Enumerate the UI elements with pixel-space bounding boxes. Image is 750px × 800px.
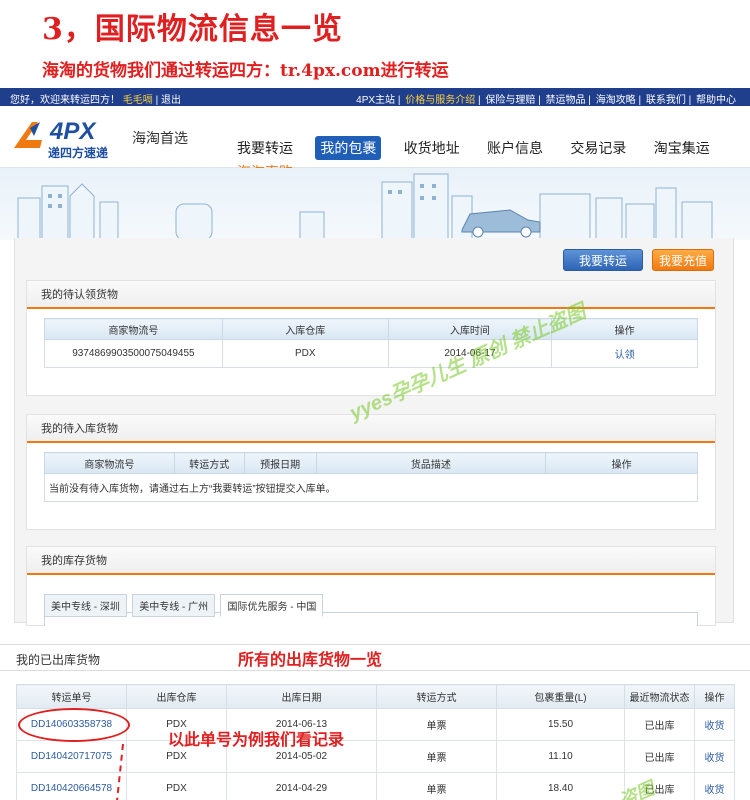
tracking-link[interactable]: DD140420664578 [16,772,127,800]
skyline-banner [0,168,750,240]
receive-link[interactable]: 收货 [694,740,735,773]
table-row: 9374869903500075049455 PDX 2014-06-17 认领 [44,339,698,368]
column-header: 商家物流号 [44,318,223,340]
username-link[interactable]: 毛毛嗝 [123,95,153,106]
tracking-number-cell: 9374869903500075049455 [44,339,223,368]
welcome-area: 您好，欢迎来转运四方！ 毛毛嗝 | 退出 [10,91,181,106]
site-header: 4PX 递四方速递 海淘首选 我要转运 我的包裹 收货地址 账户信息 交易记录 … [0,106,750,180]
column-header: 操作 [694,684,735,709]
status-cell: 已出库 [624,708,695,741]
table-header-row: 商家物流号 转运方式 预报日期 货品描述 操作 [44,452,698,474]
column-header: 转运单号 [16,684,127,709]
column-header: 出库仓库 [126,684,227,709]
nav-transactions[interactable]: 交易记录 [565,136,631,160]
top-link-pricing[interactable]: 价格与服务介绍 [405,95,475,106]
table-row: DD140420717075 PDX 2014-05-02 单票 11.10 已… [16,740,735,773]
column-header: 货品描述 [315,452,547,474]
pending-inbound-table: 商家物流号 转运方式 预报日期 货品描述 操作 当前没有待入库货物，请通过右上方… [44,452,698,502]
page-subheading: 海淘的货物我们通过转运四方：tr.4px.com进行转运 [42,61,449,81]
stock-title: 我的库存货物 [27,547,715,575]
column-header: 商家物流号 [44,452,175,474]
logout-link[interactable]: | 退出 [156,95,181,106]
top-link-insurance[interactable]: 保险与理赔 [485,95,535,106]
4px-logo-icon [14,122,42,148]
nav-taobao[interactable]: 淘宝集运 [649,136,715,160]
date-cell: 2014-04-29 [226,772,377,800]
highlight-circle [18,708,130,742]
weight-cell: 15.50 [496,708,625,741]
top-bar: 您好，欢迎来转运四方！ 毛毛嗝 | 退出 4PX主站 | 价格与服务介绍 | 保… [0,88,750,106]
column-header: 转运方式 [173,452,245,474]
column-header: 入库仓库 [221,318,389,340]
top-link-contact[interactable]: 联系我们 [646,95,686,106]
table-header-row: 商家物流号 入库仓库 入库时间 操作 [44,318,698,340]
logo-brand: 4PX [50,118,96,145]
nav-transfer[interactable]: 我要转运 [232,136,298,160]
tracking-link[interactable]: DD140420717075 [16,740,127,773]
recharge-button[interactable]: 我要充值 [652,249,714,271]
pending-inbound-title: 我的待入库货物 [27,415,715,443]
tab-us-guangzhou[interactable]: 美中专线 - 广州 [132,594,216,617]
header-slogan: 海淘首选 [132,131,188,147]
shipped-title: 我的已出库货物 [16,653,101,667]
weight-cell: 18.40 [496,772,625,800]
empty-note: 当前没有待入库货物，请通过右上方“我要转运”按钮提交入库单。 [44,473,698,502]
pending-claim-title: 我的待认领货物 [27,281,715,309]
tab-intl-priority[interactable]: 国际优先服务 - 中国 [220,594,324,617]
city-skyline-illustration [17,173,713,240]
nav-address[interactable]: 收货地址 [399,136,465,160]
page-heading: 3，国际物流信息一览 [42,12,343,47]
stock-tabs: 美中专线 - 深圳 美中专线 - 广州 国际优先服务 - 中国 [44,594,325,617]
divider [0,670,750,671]
logo-subtitle: 递四方速递 [48,146,109,160]
column-header: 出库日期 [226,684,377,709]
top-link-help[interactable]: 帮助中心 [696,95,736,106]
warehouse-cell: PDX [126,772,227,800]
weight-cell: 11.10 [496,740,625,773]
table-header-row: 转运单号 出库仓库 出库日期 转运方式 包裹重量(L) 最近物流状态 操作 [16,684,735,709]
column-header: 转运方式 [376,684,497,709]
top-links: 4PX主站 | 价格与服务介绍 | 保险与理赔 | 禁运物品 | 海淘攻略 | … [356,95,736,106]
receive-link[interactable]: 收货 [694,772,735,800]
method-cell: 单票 [376,740,497,773]
top-link-prohibited[interactable]: 禁运物品 [546,95,586,106]
nav-account[interactable]: 账户信息 [482,136,548,160]
pending-claim-table: 商家物流号 入库仓库 入库时间 操作 937486990350007504945… [44,318,698,368]
annotation-example: 以此单号为例我们看记录 [168,730,345,749]
column-header: 操作 [545,452,698,474]
status-cell: 已出库 [624,740,695,773]
column-header: 预报日期 [243,452,317,474]
top-link-guide[interactable]: 海淘攻略 [596,95,636,106]
nav-my-packages[interactable]: 我的包裹 [315,136,382,160]
column-header: 包裹重量(L) [496,684,625,709]
method-cell: 单票 [376,772,497,800]
annotation-all-shipped: 所有的出库货物一览 [238,650,383,669]
4px-logo[interactable]: 4PX 递四方速递 [12,118,122,160]
table-row: 当前没有待入库货物，请通过右上方“我要转运”按钮提交入库单。 [44,473,698,502]
claim-link[interactable]: 认领 [551,339,698,368]
receive-link[interactable]: 收货 [694,708,735,741]
method-cell: 单票 [376,708,497,741]
tab-us-shenzhen[interactable]: 美中专线 - 深圳 [44,594,127,617]
top-link-4px-main[interactable]: 4PX主站 [356,95,395,106]
transfer-button[interactable]: 我要转运 [563,249,643,271]
warehouse-cell: PDX [221,339,389,368]
welcome-text: 您好，欢迎来转运四方！ [10,95,120,106]
column-header: 最近物流状态 [624,684,695,709]
